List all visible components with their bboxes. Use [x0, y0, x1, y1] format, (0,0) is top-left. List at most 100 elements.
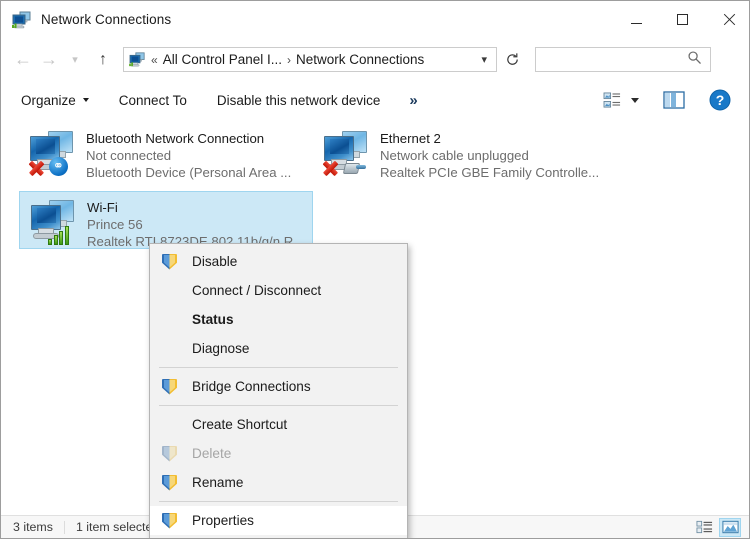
details-view-icon: [696, 520, 712, 534]
command-bar-right: ?: [597, 85, 737, 115]
toolbar-overflow-button[interactable]: »: [399, 88, 427, 113]
connection-device: Bluetooth Device (Personal Area ...: [86, 165, 292, 180]
context-menu-label: Diagnose: [192, 341, 250, 356]
network-adapter-icon: ⚭: [27, 128, 79, 176]
chevron-down-icon[interactable]: ▾: [481, 53, 487, 66]
recent-locations-button[interactable]: ▾: [62, 45, 88, 75]
search-icon: [687, 50, 702, 70]
refresh-button[interactable]: [497, 47, 527, 72]
change-view-button[interactable]: [597, 88, 645, 113]
network-adapter-icon: [321, 128, 373, 176]
preview-pane-icon: [663, 91, 685, 109]
context-menu-item-connect-disconnect[interactable]: Connect / Disconnect: [150, 276, 407, 305]
title-bar: Network Connections: [1, 1, 749, 38]
context-menu-item-status[interactable]: Status: [150, 305, 407, 334]
large-icons-view-icon: [721, 520, 739, 534]
network-connections-window: Network Connections ← → ▾ ↑ « All Contro…: [0, 0, 750, 539]
large-icons-view-button[interactable]: [719, 517, 741, 537]
disconnected-x-icon: [27, 158, 45, 176]
up-button[interactable]: ↑: [90, 45, 116, 75]
view-buttons: [693, 517, 741, 537]
context-menu-item-delete: Delete: [150, 439, 407, 468]
bluetooth-icon: ⚭: [49, 157, 68, 176]
connect-to-button[interactable]: Connect To: [110, 87, 196, 114]
minimize-button[interactable]: [613, 1, 659, 38]
context-menu-item-bridge-connections[interactable]: Bridge Connections: [150, 372, 407, 401]
breadcrumb-separator[interactable]: ›: [282, 53, 296, 67]
connection-status: Network cable unplugged: [380, 148, 529, 163]
connection-name: Wi-Fi: [87, 200, 118, 215]
connection-item-ethernet-2[interactable]: Ethernet 2 Network cable unplugged Realt…: [313, 123, 607, 181]
context-menu-item-disable[interactable]: Disable: [150, 247, 407, 276]
context-menu: Disable Connect / Disconnect Status Diag…: [149, 243, 408, 538]
search-box[interactable]: [535, 47, 711, 72]
context-menu-label: Rename: [192, 475, 244, 490]
address-bar[interactable]: « All Control Panel I... › Network Conne…: [123, 47, 497, 72]
command-bar: Organize Connect To Disable this network…: [1, 81, 749, 120]
disable-network-device-button[interactable]: Disable this network device: [208, 87, 390, 114]
network-adapter-icon: [28, 197, 80, 245]
context-menu-label: Properties: [192, 513, 254, 528]
context-menu-label: Status: [192, 312, 234, 327]
shield-icon: [160, 474, 180, 492]
window-title: Network Connections: [41, 12, 172, 27]
connection-status: Prince 56: [87, 217, 143, 232]
ethernet-plug-icon: [342, 160, 366, 174]
preview-pane-button[interactable]: [657, 87, 691, 113]
details-view-button[interactable]: [693, 518, 715, 537]
context-menu-label: Connect / Disconnect: [192, 283, 322, 298]
no-icon: [160, 282, 180, 300]
no-icon: [160, 340, 180, 358]
no-icon: [160, 416, 180, 434]
maximize-button[interactable]: [659, 1, 705, 38]
breadcrumb-network-connections[interactable]: Network Connections: [296, 52, 424, 67]
minimize-icon: [630, 22, 642, 24]
refresh-icon: [506, 53, 518, 65]
context-menu-label: Delete: [192, 446, 232, 461]
help-icon: ?: [709, 89, 731, 111]
maximize-icon: [676, 14, 688, 25]
forward-button[interactable]: →: [36, 45, 62, 75]
item-count-label: 3 items: [13, 520, 53, 534]
window-controls: [613, 1, 749, 38]
context-menu-label: Disable: [192, 254, 238, 269]
help-button[interactable]: ?: [703, 85, 737, 115]
context-menu-item-diagnose[interactable]: Diagnose: [150, 334, 407, 363]
connection-item-wifi[interactable]: Wi-Fi Prince 56 Realtek RTL8723DE 802.11…: [19, 191, 313, 249]
context-menu-label: Create Shortcut: [192, 417, 288, 432]
menu-separator: [159, 367, 398, 368]
change-view-icon: [603, 92, 621, 108]
close-icon: [722, 13, 735, 26]
close-button[interactable]: [705, 1, 749, 38]
status-separator: [63, 520, 65, 534]
shield-icon: [160, 253, 180, 271]
context-menu-label: Bridge Connections: [192, 379, 311, 394]
back-button[interactable]: ←: [10, 45, 36, 75]
selection-count-label: 1 item selected: [75, 520, 160, 534]
network-connections-icon: [12, 11, 32, 29]
menu-separator: [159, 405, 398, 406]
navigation-bar: ← → ▾ ↑ « All Control Panel I... › Netwo…: [1, 38, 749, 81]
context-menu-item-rename[interactable]: Rename: [150, 468, 407, 497]
search-input[interactable]: [542, 51, 687, 68]
breadcrumb-control-panel[interactable]: All Control Panel I...: [163, 52, 282, 67]
connection-item-bluetooth[interactable]: ⚭ Bluetooth Network Connection Not conne…: [19, 123, 313, 181]
organize-button[interactable]: Organize: [12, 87, 98, 114]
shield-icon: [160, 378, 180, 396]
chevron-down-icon[interactable]: [631, 97, 639, 103]
context-menu-item-properties[interactable]: Properties: [150, 506, 407, 535]
address-prefix: «: [151, 52, 158, 67]
svg-text:?: ?: [716, 92, 725, 108]
wifi-signal-icon: [48, 223, 72, 245]
connection-name: Ethernet 2: [380, 131, 441, 146]
network-connections-icon: [129, 52, 146, 67]
no-icon: [160, 311, 180, 329]
organize-label: Organize: [21, 92, 76, 108]
menu-separator: [159, 501, 398, 502]
shield-icon: [160, 512, 180, 530]
shield-icon: [160, 445, 180, 463]
disconnected-x-icon: [321, 158, 339, 176]
context-menu-item-create-shortcut[interactable]: Create Shortcut: [150, 410, 407, 439]
connection-status: Not connected: [86, 148, 172, 163]
connection-device: Realtek PCIe GBE Family Controlle...: [380, 165, 600, 180]
